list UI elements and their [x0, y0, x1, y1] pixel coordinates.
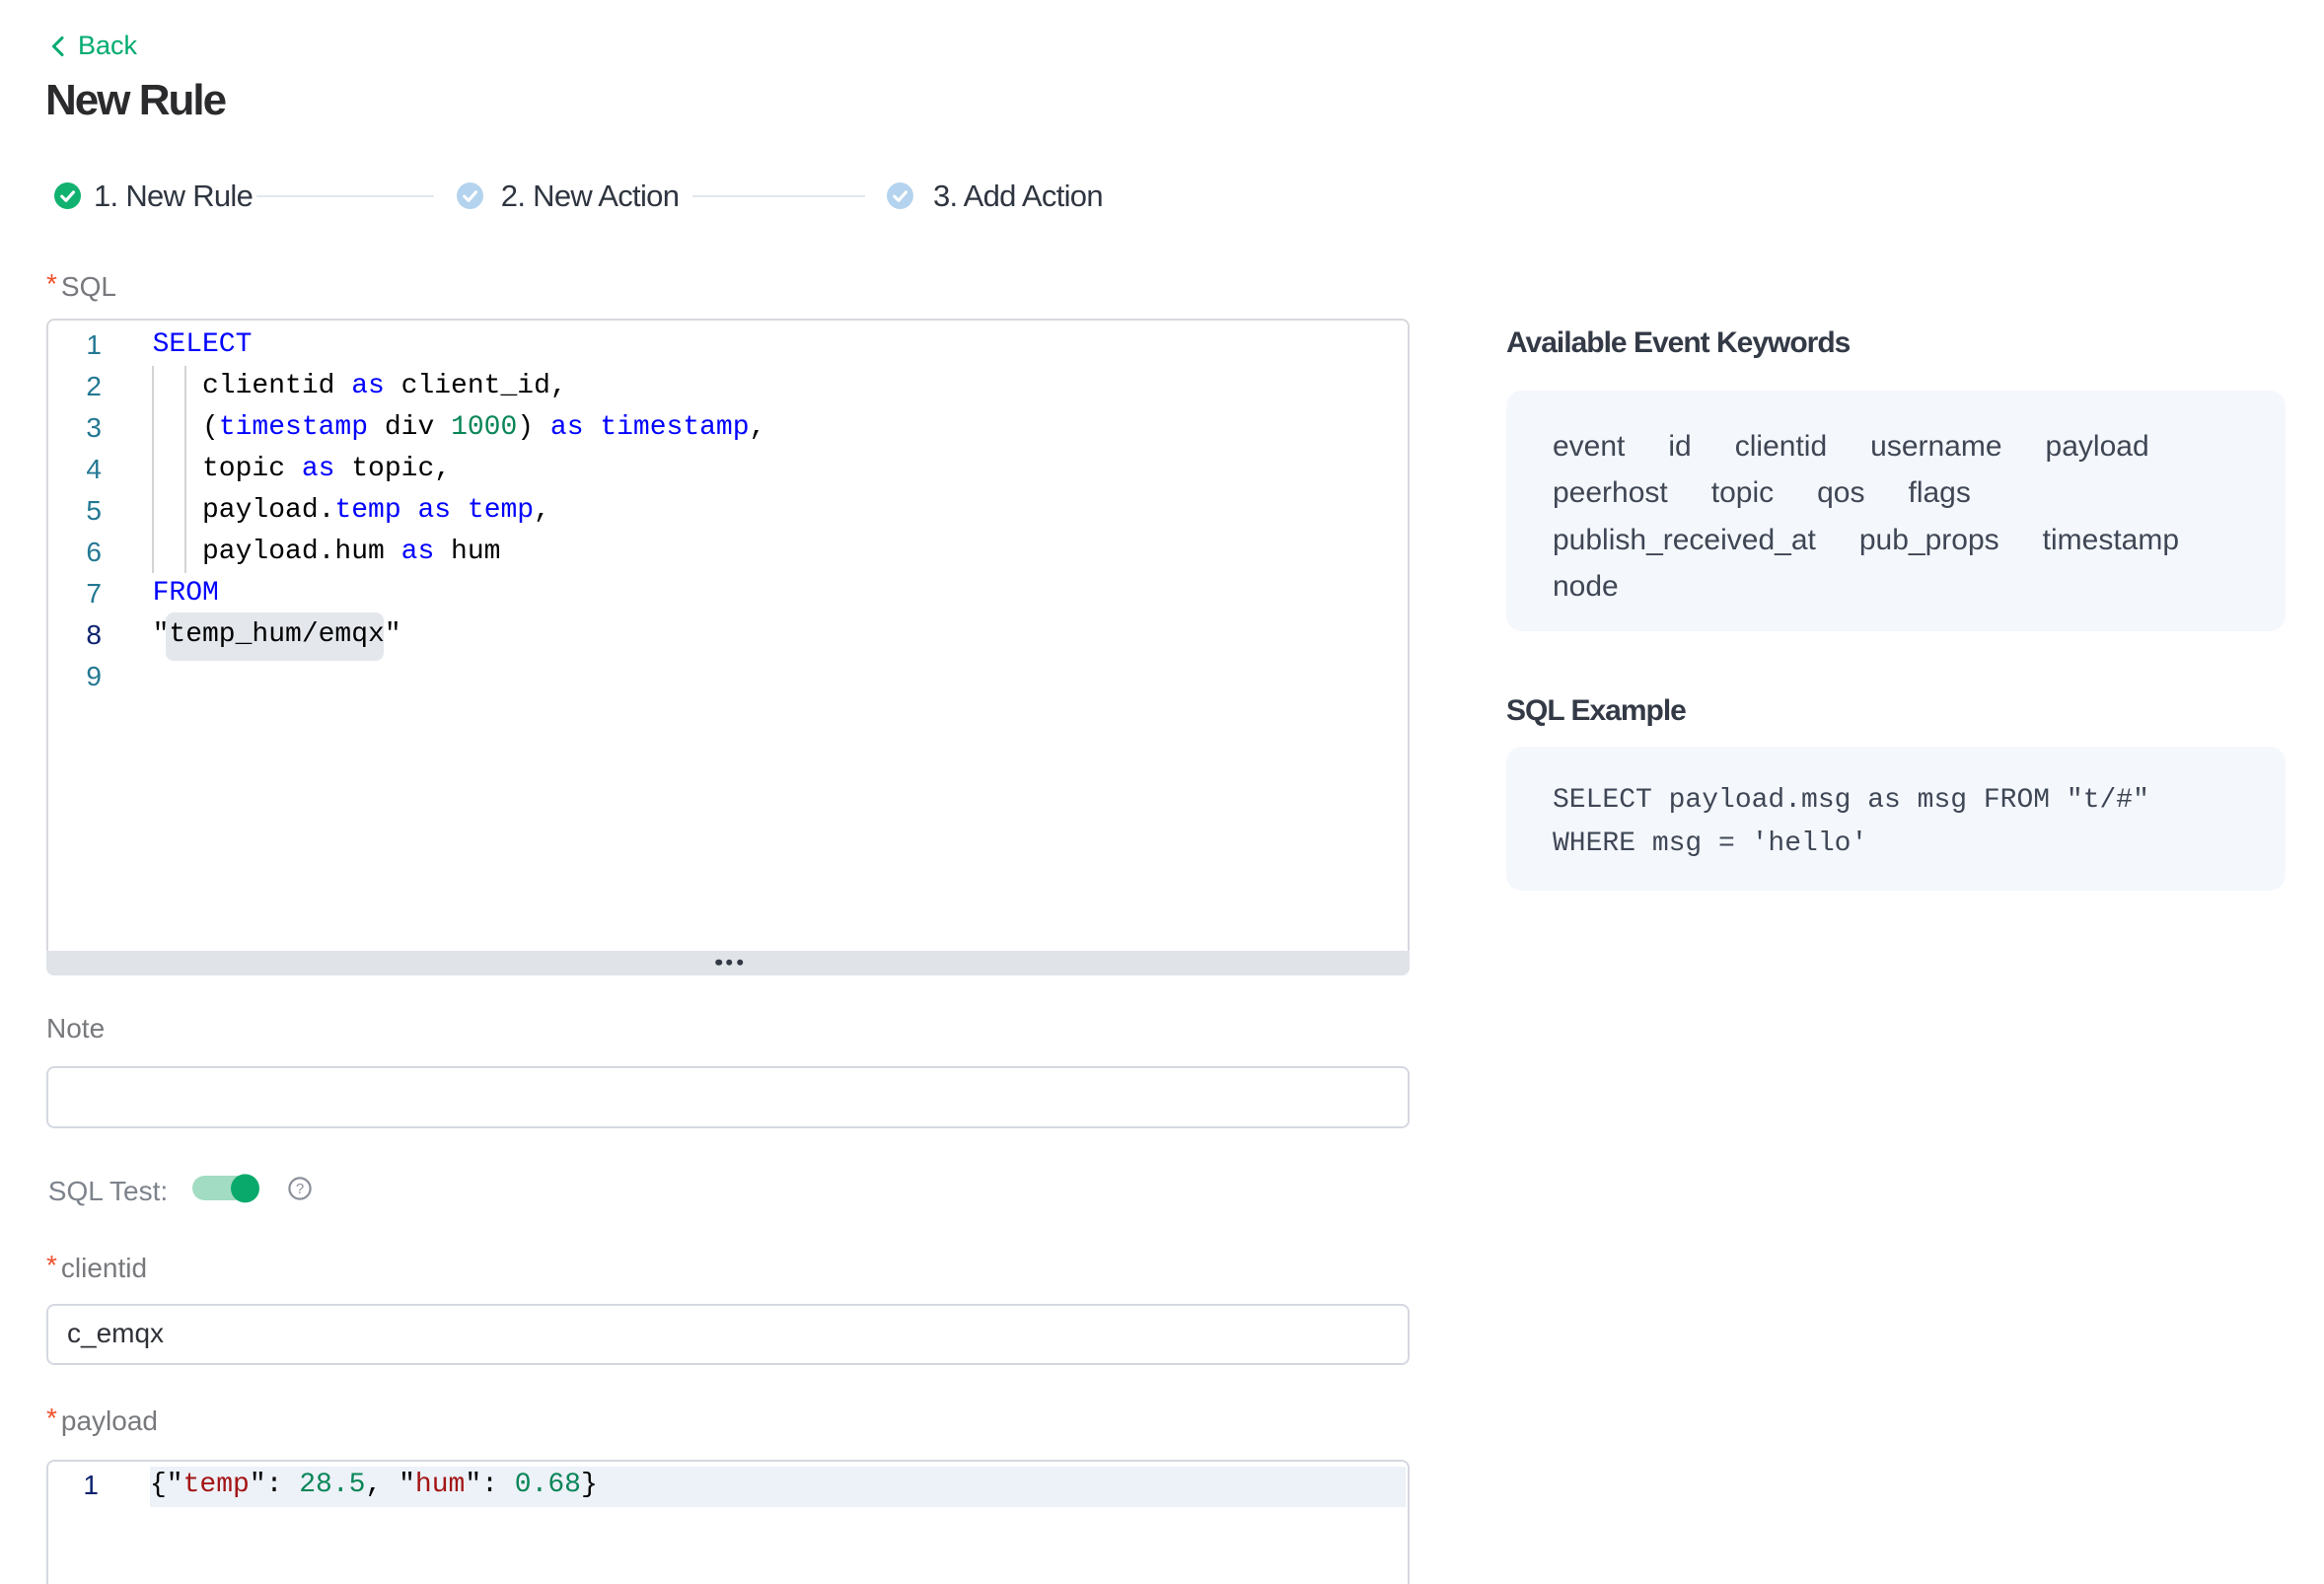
svg-text:?: ?: [296, 1181, 304, 1197]
